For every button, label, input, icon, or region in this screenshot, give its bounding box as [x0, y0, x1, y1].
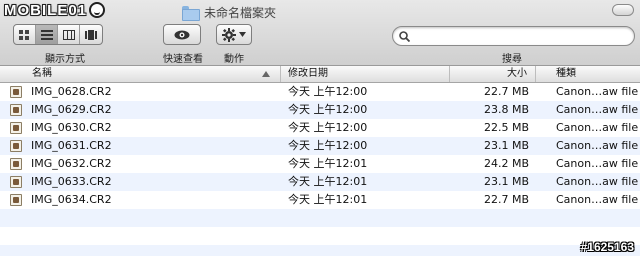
file-kind: Canon…aw file	[556, 139, 639, 152]
file-date: 今天 上午12:01	[288, 193, 368, 206]
column-header-date[interactable]: 修改日期	[281, 66, 450, 82]
list-view-icon	[40, 29, 53, 40]
window-title-text: 未命名檔案夾	[204, 5, 277, 20]
file-size: 22.5 MB	[483, 121, 529, 134]
file-name: IMG_0629.CR2	[31, 103, 112, 116]
coverflow-view-icon	[85, 29, 97, 40]
file-kind: Canon…aw file	[556, 85, 639, 98]
search-field[interactable]	[392, 26, 635, 46]
raw-file-icon	[10, 176, 22, 188]
raw-file-icon	[10, 104, 22, 116]
coverflow-view-button[interactable]	[80, 25, 102, 44]
file-name: IMG_0630.CR2	[31, 121, 112, 134]
view-mode-segmented-control	[13, 24, 103, 45]
raw-file-icon	[10, 122, 22, 134]
icon-view-icon	[19, 29, 29, 40]
file-name: IMG_0633.CR2	[31, 175, 112, 188]
column-header: 名稱 修改日期 大小 種類	[0, 66, 640, 83]
column-view-icon	[62, 29, 75, 40]
gear-icon	[222, 27, 236, 42]
file-row[interactable]: IMG_0629.CR2 今天 上午12:00 23.8 MB Canon…aw…	[0, 101, 640, 119]
toolbar: MOBILE01 未命名檔案夾 顯示方式 快速查看 動作 搜尋	[0, 0, 640, 66]
window-title: 未命名檔案夾	[182, 3, 276, 21]
logo-text: MOBILE01	[4, 2, 88, 19]
empty-row	[0, 209, 640, 227]
search-icon	[399, 30, 410, 42]
file-date: 今天 上午12:00	[288, 121, 368, 134]
action-menu-button[interactable]	[216, 24, 252, 45]
raw-file-icon	[10, 158, 22, 170]
column-date-label: 修改日期	[288, 68, 328, 79]
file-date: 今天 上午12:00	[288, 103, 368, 116]
list-view-button[interactable]	[36, 25, 58, 44]
search-input[interactable]	[416, 28, 626, 44]
toolbar-toggle-button[interactable]	[612, 4, 634, 16]
file-size: 23.8 MB	[483, 103, 529, 116]
logo-face-icon	[89, 2, 106, 18]
raw-file-icon	[10, 140, 22, 152]
action-label: 動作	[224, 54, 244, 65]
file-size: 24.2 MB	[483, 157, 529, 170]
site-logo: MOBILE01	[4, 2, 106, 22]
empty-row	[0, 245, 640, 256]
file-name: IMG_0634.CR2	[31, 193, 112, 206]
quicklook-button[interactable]	[163, 24, 201, 45]
empty-row	[0, 227, 640, 245]
file-size: 23.1 MB	[483, 175, 529, 188]
column-header-size[interactable]: 大小	[450, 66, 536, 82]
file-size: 23.1 MB	[483, 139, 529, 152]
column-header-name[interactable]: 名稱	[0, 66, 281, 82]
file-date: 今天 上午12:00	[288, 139, 368, 152]
watermark: #1625163	[580, 240, 634, 254]
file-date: 今天 上午12:00	[288, 85, 368, 98]
column-header-kind[interactable]: 種類	[536, 66, 640, 82]
view-label: 顯示方式	[45, 54, 85, 65]
file-kind: Canon…aw file	[556, 103, 639, 116]
file-kind: Canon…aw file	[556, 193, 639, 206]
file-date: 今天 上午12:01	[288, 175, 368, 188]
chevron-down-icon	[239, 32, 246, 37]
eye-icon	[174, 30, 190, 39]
raw-file-icon	[10, 194, 22, 206]
folder-icon	[182, 5, 200, 21]
file-row[interactable]: IMG_0630.CR2 今天 上午12:00 22.5 MB Canon…aw…	[0, 119, 640, 137]
file-name: IMG_0632.CR2	[31, 157, 112, 170]
file-size: 22.7 MB	[483, 193, 529, 206]
file-kind: Canon…aw file	[556, 175, 639, 188]
file-list: IMG_0628.CR2 今天 上午12:00 22.7 MB Canon…aw…	[0, 83, 640, 209]
file-row[interactable]: IMG_0634.CR2 今天 上午12:01 22.7 MB Canon…aw…	[0, 191, 640, 209]
file-row[interactable]: IMG_0633.CR2 今天 上午12:01 23.1 MB Canon…aw…	[0, 173, 640, 191]
file-date: 今天 上午12:01	[288, 157, 368, 170]
file-name: IMG_0631.CR2	[31, 139, 112, 152]
column-name-label: 名稱	[32, 68, 52, 79]
quicklook-label: 快速查看	[163, 54, 203, 65]
column-size-label: 大小	[507, 68, 527, 79]
file-kind: Canon…aw file	[556, 121, 639, 134]
file-size: 22.7 MB	[483, 85, 529, 98]
search-label: 搜尋	[502, 54, 522, 65]
file-kind: Canon…aw file	[556, 157, 639, 170]
icon-view-button[interactable]	[14, 25, 36, 44]
column-view-button[interactable]	[58, 25, 80, 44]
file-row[interactable]: IMG_0632.CR2 今天 上午12:01 24.2 MB Canon…aw…	[0, 155, 640, 173]
file-row[interactable]: IMG_0628.CR2 今天 上午12:00 22.7 MB Canon…aw…	[0, 83, 640, 101]
file-name: IMG_0628.CR2	[31, 85, 112, 98]
column-kind-label: 種類	[556, 68, 576, 79]
file-row[interactable]: IMG_0631.CR2 今天 上午12:00 23.1 MB Canon…aw…	[0, 137, 640, 155]
raw-file-icon	[10, 86, 22, 98]
sort-ascending-icon	[262, 71, 270, 77]
